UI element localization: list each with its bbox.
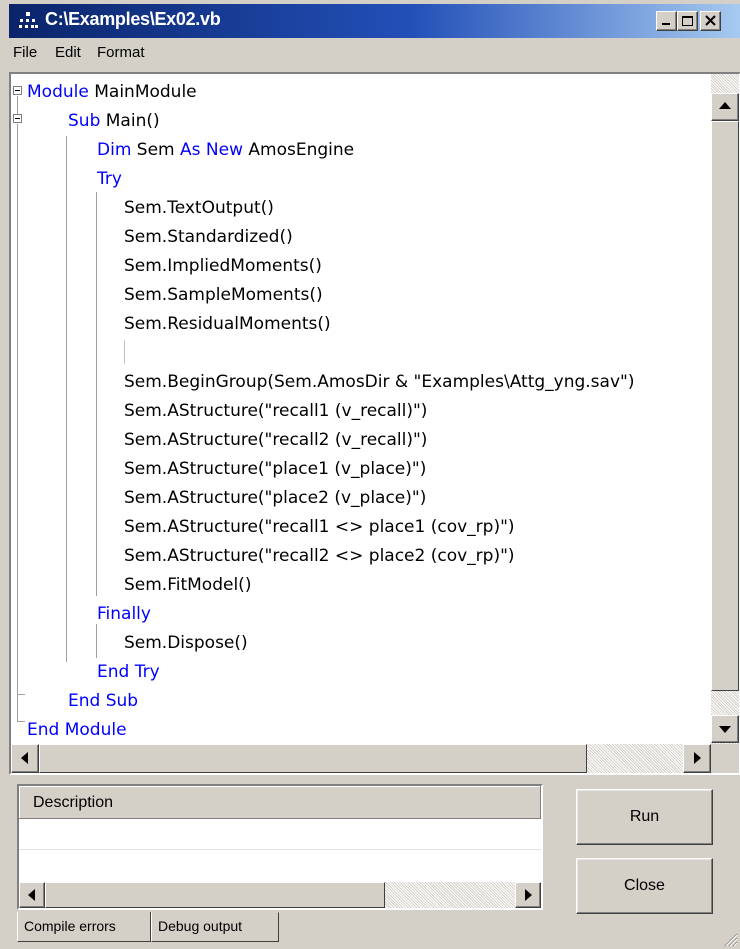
arrow-right-icon bbox=[525, 889, 532, 901]
code-area[interactable]: Module MainModule Sub Main() Dim Sem As … bbox=[11, 74, 711, 744]
code-line: Sem.AStructure("recall1 (v_recall)") bbox=[124, 401, 428, 421]
code-editor[interactable]: Module MainModule Sub Main() Dim Sem As … bbox=[9, 72, 740, 775]
window-title: C:\Examples\Ex02.vb bbox=[45, 9, 221, 29]
scroll-right-button[interactable] bbox=[683, 744, 711, 773]
code-line: Sub Main() bbox=[68, 111, 160, 131]
text-cursor bbox=[124, 340, 125, 364]
description-column-header[interactable]: Description bbox=[19, 786, 541, 819]
fold-toggle-sub[interactable] bbox=[13, 114, 22, 123]
minimize-icon bbox=[662, 23, 670, 25]
run-button[interactable]: Run bbox=[576, 789, 713, 845]
maximize-button[interactable] bbox=[677, 11, 698, 31]
close-icon bbox=[705, 15, 716, 26]
error-scroll-left-button[interactable] bbox=[19, 882, 45, 908]
close-button[interactable]: Close bbox=[576, 858, 713, 914]
code-line: Module MainModule bbox=[27, 82, 197, 102]
scroll-down-button[interactable] bbox=[711, 715, 739, 743]
arrow-left-icon bbox=[21, 752, 28, 764]
scroll-left-button[interactable] bbox=[11, 744, 39, 773]
maximize-icon bbox=[682, 16, 693, 26]
app-icon bbox=[19, 12, 38, 28]
horizontal-scroll-thumb[interactable] bbox=[39, 744, 587, 773]
resize-grip-icon[interactable] bbox=[724, 933, 738, 947]
error-list[interactable]: Description bbox=[17, 784, 543, 910]
code-line: End Module bbox=[27, 720, 127, 740]
error-scroll-thumb[interactable] bbox=[45, 882, 385, 908]
menu-edit[interactable]: Edit bbox=[55, 44, 81, 61]
error-horizontal-scrollbar[interactable] bbox=[19, 882, 541, 908]
code-line: Sem.AStructure("recall1 <> place1 (cov_r… bbox=[124, 517, 515, 537]
minimize-button[interactable] bbox=[656, 11, 677, 31]
code-line: Sem.ImpliedMoments() bbox=[124, 256, 322, 276]
arrow-down-icon bbox=[719, 726, 731, 733]
scroll-up-button[interactable] bbox=[711, 93, 739, 121]
code-line: Sem.ResidualMoments() bbox=[124, 314, 331, 334]
code-line: Finally bbox=[97, 604, 151, 624]
code-line: Sem.SampleMoments() bbox=[124, 285, 323, 305]
error-row-divider bbox=[19, 849, 541, 850]
arrow-left-icon bbox=[28, 889, 35, 901]
menu-file[interactable]: File bbox=[13, 44, 37, 61]
editor-window: C:\Examples\Ex02.vb File Edit Format Mod… bbox=[0, 0, 740, 949]
code-line: Dim Sem As New AmosEngine bbox=[97, 140, 355, 160]
code-line: Sem.TextOutput() bbox=[124, 198, 274, 218]
close-window-button[interactable] bbox=[700, 11, 721, 31]
code-line: Sem.AStructure("place2 (v_place)") bbox=[124, 488, 427, 508]
code-line: Sem.AStructure("recall2 <> place2 (cov_r… bbox=[124, 546, 515, 566]
tab-compile-errors[interactable]: Compile errors bbox=[17, 912, 151, 942]
code-line: Sem.BeginGroup(Sem.AmosDir & "Examples\A… bbox=[124, 372, 635, 392]
arrow-right-icon bbox=[694, 752, 701, 764]
fold-toggle-module[interactable] bbox=[13, 86, 22, 95]
arrow-up-icon bbox=[719, 102, 731, 109]
vertical-scroll-thumb[interactable] bbox=[711, 121, 739, 691]
error-scroll-right-button[interactable] bbox=[515, 882, 541, 908]
title-bar[interactable]: C:\Examples\Ex02.vb bbox=[9, 4, 740, 38]
menu-format[interactable]: Format bbox=[97, 44, 145, 61]
scrollbar-corner bbox=[711, 744, 739, 773]
code-line: Sem.Standardized() bbox=[124, 227, 293, 247]
menu-bar: File Edit Format bbox=[9, 38, 740, 68]
code-line: End Try bbox=[97, 662, 160, 682]
code-line: End Sub bbox=[68, 691, 139, 711]
tab-debug-output[interactable]: Debug output bbox=[151, 912, 279, 942]
horizontal-scrollbar[interactable] bbox=[11, 744, 711, 773]
code-line: Sem.FitModel() bbox=[124, 575, 252, 595]
code-line: Sem.AStructure("recall2 (v_recall)") bbox=[124, 430, 428, 450]
vertical-scrollbar[interactable] bbox=[711, 74, 739, 744]
code-line: Sem.AStructure("place1 (v_place)") bbox=[124, 459, 427, 479]
code-line: Sem.Dispose() bbox=[124, 633, 248, 653]
code-line: Try bbox=[97, 169, 122, 189]
